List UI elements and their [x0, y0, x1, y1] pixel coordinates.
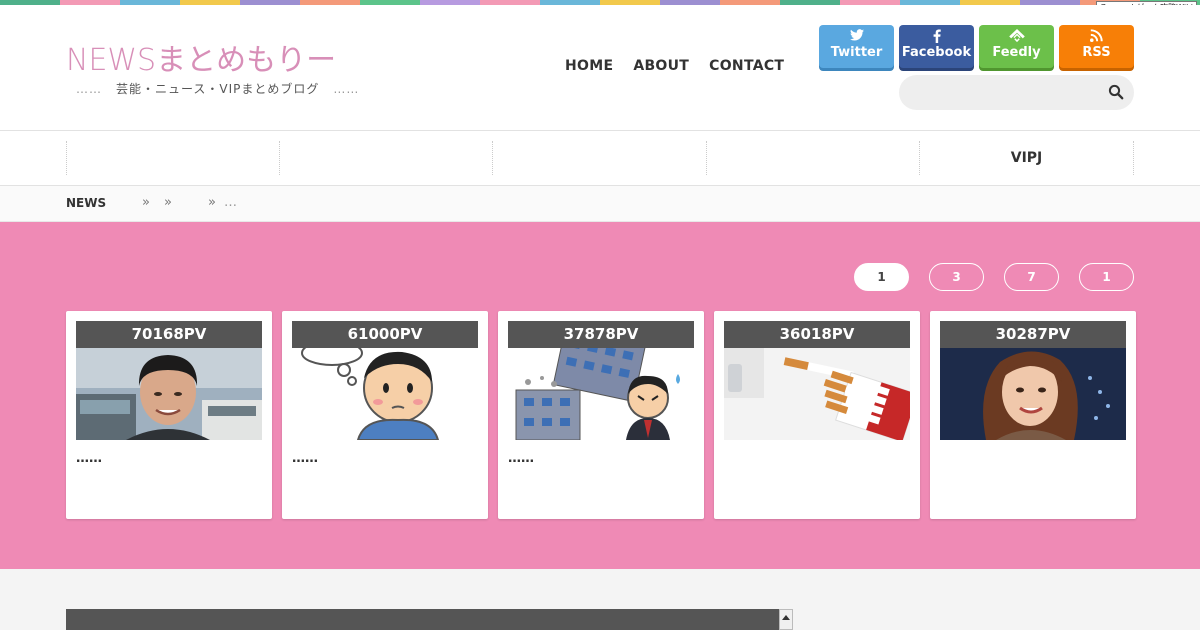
ranking-tab-3[interactable]: 3: [929, 263, 984, 291]
category-bar: VIPJ: [0, 130, 1200, 186]
pv-count: 70168PV: [76, 321, 262, 348]
facebook-label: Facebook: [901, 45, 972, 60]
article-thumbnail[interactable]: [724, 348, 910, 440]
ranking-card[interactable]: 36018PV: [714, 311, 920, 519]
ranking-card[interactable]: 70168PV ……: [66, 311, 272, 519]
search-icon[interactable]: [1108, 84, 1124, 100]
ranking-tab-1b[interactable]: 1: [1079, 263, 1134, 291]
pv-count: 37878PV: [508, 321, 694, 348]
rss-icon: [1059, 29, 1134, 43]
pv-count: 30287PV: [940, 321, 1126, 348]
tagline-text: 芸能・ニュース・VIPまとめブログ: [116, 82, 320, 96]
facebook-icon: [899, 29, 974, 43]
site-header: NEWSまとめもりー …… 芸能・ニュース・VIPまとめブログ …… HOME AB…: [0, 5, 1200, 130]
breadcrumb-separator: »: [142, 195, 150, 210]
breadcrumb-home[interactable]: NEWS: [66, 196, 106, 210]
nav-contact[interactable]: CONTACT: [709, 58, 784, 74]
breadcrumb: NEWS » » » …: [0, 186, 1200, 222]
content-header-bar: [66, 609, 779, 630]
breadcrumb-separator: »: [164, 195, 172, 210]
article-thumbnail[interactable]: [76, 348, 262, 440]
rss-button[interactable]: RSS: [1059, 25, 1134, 68]
category-item[interactable]: [279, 141, 492, 175]
category-divider: [1133, 141, 1134, 175]
category-item[interactable]: [492, 141, 706, 175]
pv-count: 36018PV: [724, 321, 910, 348]
article-thumbnail[interactable]: [940, 348, 1126, 440]
breadcrumb-separator: »: [208, 195, 216, 210]
category-item-vipj[interactable]: VIPJ: [919, 141, 1133, 175]
feedly-icon: [979, 29, 1054, 43]
site-tagline: …… 芸能・ニュース・VIPまとめブログ ……: [76, 80, 359, 97]
tagline-dots-right: ……: [333, 82, 360, 96]
site-logo[interactable]: NEWSまとめもりー: [66, 35, 336, 79]
scroll-up-button[interactable]: [779, 609, 793, 630]
article-thumbnail[interactable]: [292, 348, 478, 440]
feedly-label: Feedly: [992, 45, 1041, 60]
article-title[interactable]: ……: [508, 451, 534, 466]
search-input[interactable]: [913, 75, 1103, 110]
facebook-button[interactable]: Facebook: [899, 25, 974, 68]
feedly-button[interactable]: Feedly: [979, 25, 1054, 68]
tagline-dots-left: ……: [76, 82, 102, 96]
twitter-icon: [819, 29, 894, 43]
article-title[interactable]: ……: [292, 451, 318, 466]
article-title[interactable]: ……: [76, 451, 102, 466]
twitter-button[interactable]: Twitter: [819, 25, 894, 68]
arrow-up-icon: [782, 615, 790, 620]
ranking-tab-7[interactable]: 7: [1004, 263, 1059, 291]
pv-count: 61000PV: [292, 321, 478, 348]
ranking-card[interactable]: 30287PV: [930, 311, 1136, 519]
breadcrumb-current: …: [224, 195, 237, 210]
ranking-section: 1 3 7 1 70168PV …… 61000PV …… 37878PV ………: [0, 222, 1200, 569]
ranking-cards: 70168PV …… 61000PV …… 37878PV …… 36018PV…: [66, 311, 1136, 519]
social-buttons: Twitter Facebook Feedly RSS: [819, 25, 1134, 68]
twitter-label: Twitter: [830, 45, 883, 60]
article-thumbnail[interactable]: [508, 348, 694, 440]
category-item[interactable]: [66, 141, 279, 175]
main-nav: HOME ABOUT CONTACT: [565, 58, 784, 74]
ranking-card[interactable]: 61000PV ……: [282, 311, 488, 519]
ranking-card[interactable]: 37878PV ……: [498, 311, 704, 519]
rss-label: RSS: [1082, 45, 1111, 60]
search-box: [899, 75, 1134, 110]
nav-about[interactable]: ABOUT: [633, 58, 689, 74]
nav-home[interactable]: HOME: [565, 58, 613, 74]
ranking-tabs: 1 3 7 1: [854, 263, 1134, 291]
ranking-tab-1[interactable]: 1: [854, 263, 909, 291]
category-item[interactable]: [706, 141, 919, 175]
